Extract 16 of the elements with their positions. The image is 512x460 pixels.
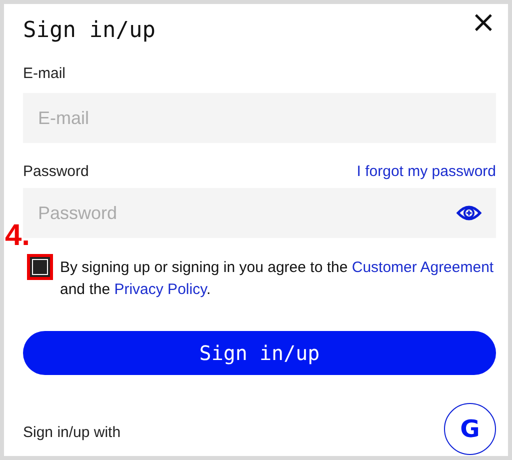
password-field[interactable]: Password xyxy=(23,188,496,238)
privacy-policy-link[interactable]: Privacy Policy xyxy=(114,281,206,298)
field-label: E-mail xyxy=(23,65,67,83)
google-button[interactable]: G xyxy=(444,403,496,455)
email-field[interactable]: E-mail xyxy=(23,93,496,143)
social-label: Sign in/up with xyxy=(23,424,121,440)
customer-agreement-link[interactable]: Customer Agreement xyxy=(352,259,494,276)
agreement-checkbox[interactable] xyxy=(30,257,50,277)
dialog-title: Sign in/up xyxy=(23,18,156,43)
field-label: Password xyxy=(23,163,89,181)
forgot-password-link[interactable]: I forgot my password xyxy=(356,163,496,181)
eye-icon[interactable] xyxy=(456,204,482,222)
agreement-text: By signing up or signing in you agree to the Customer Agreement and the Privacy Policy. xyxy=(60,258,495,300)
close-button[interactable]: × xyxy=(470,8,496,36)
sign-in-button[interactable]: Sign in/up xyxy=(23,331,496,375)
highlight-frame xyxy=(27,254,53,280)
